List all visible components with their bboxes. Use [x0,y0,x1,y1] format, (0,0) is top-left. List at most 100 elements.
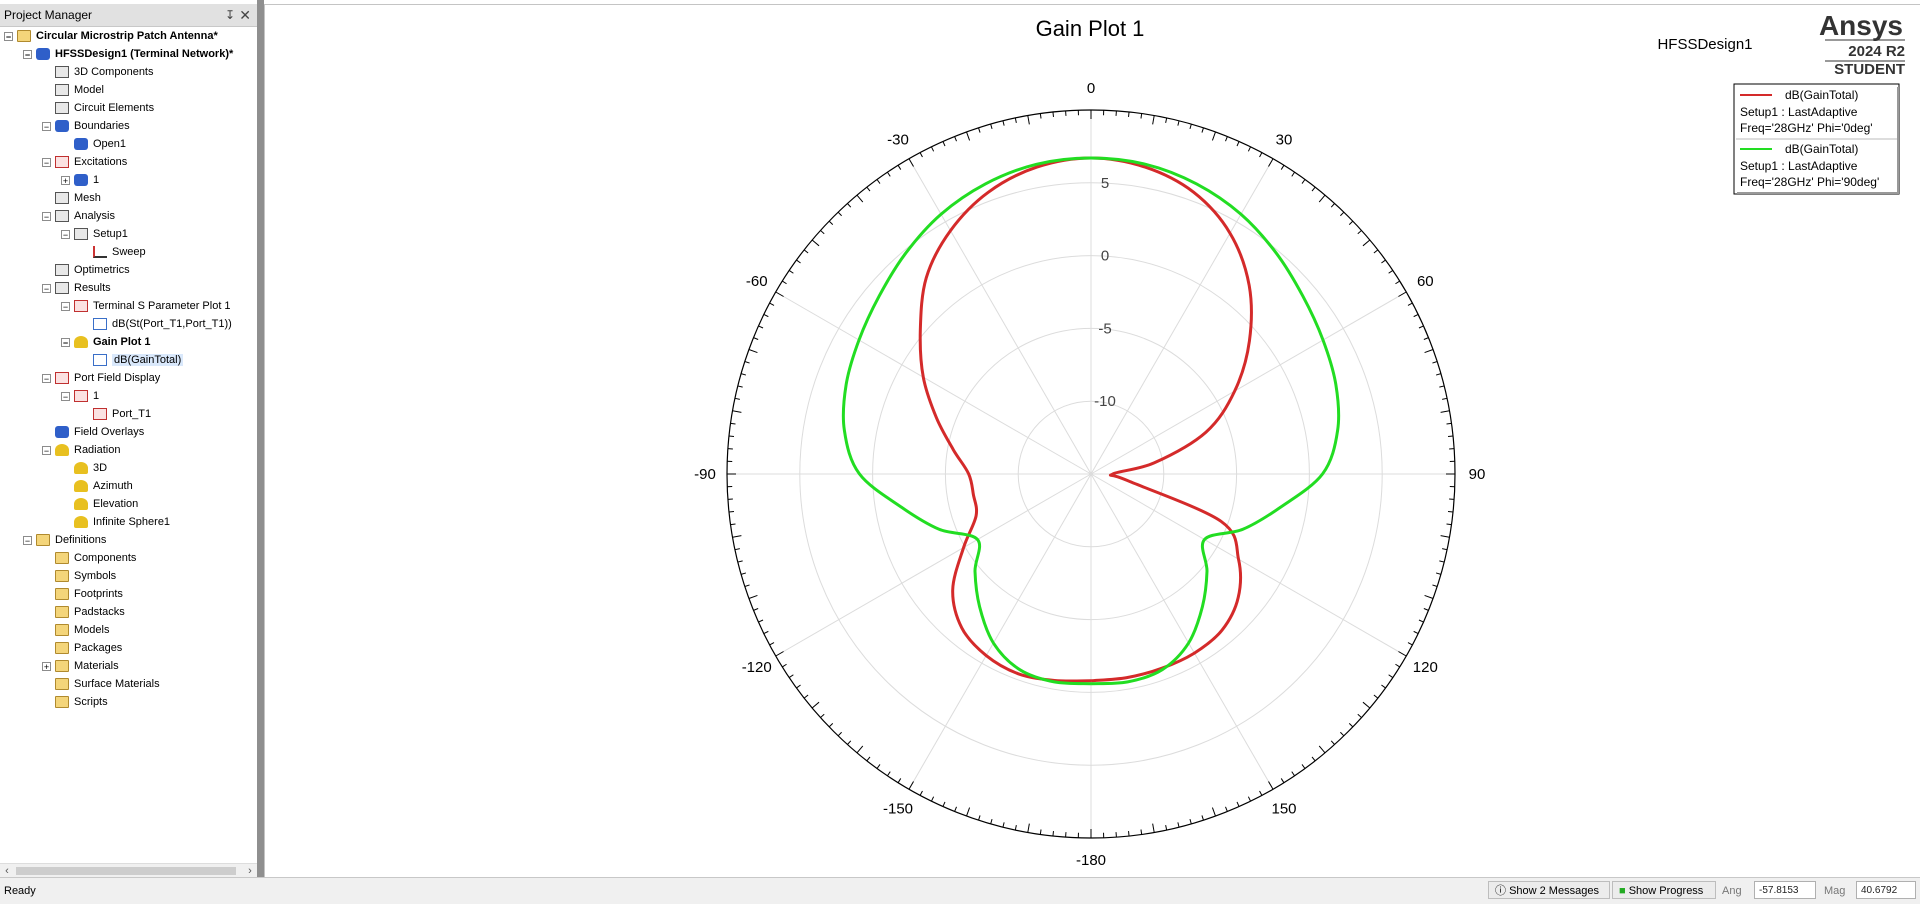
tree-item[interactable]: Scripts [42,693,108,711]
tree-item[interactable]: Field Overlays [42,423,144,441]
scroll-left-icon[interactable]: ‹ [0,864,14,878]
angle-tick [1441,411,1450,413]
expand-icon[interactable]: + [42,662,51,671]
angle-tick [943,802,945,807]
collapse-icon[interactable]: − [61,392,70,401]
boundaries-icon [55,120,69,132]
tree-item[interactable]: Azimuth [61,477,133,495]
tree-item[interactable]: Model [42,81,104,99]
tree-item[interactable]: +Materials [42,657,119,675]
expand-icon[interactable]: + [61,176,70,185]
collapse-icon[interactable]: − [23,50,32,59]
tree-item[interactable]: Port_T1 [80,405,151,423]
tree-item[interactable]: −Setup1 [61,225,128,243]
tree-item[interactable]: dB(St(Port_T1,Port_T1)) [80,315,232,333]
scrollbar-thumb[interactable] [16,867,236,875]
tree-item[interactable]: +1 [61,171,99,189]
horizontal-scrollbar[interactable]: ‹ › [0,863,257,878]
angle-tick [991,819,992,824]
tree-item[interactable]: Mesh [42,189,101,207]
optimetrics-icon [55,264,69,276]
tree-item[interactable]: Infinite Sphere1 [61,513,170,531]
grid-spoke [1091,474,1406,656]
legend[interactable]: dB(GainTotal) Setup1 : LastAdaptive Freq… [1734,84,1899,194]
collapse-icon[interactable]: − [42,212,51,221]
pin-icon[interactable]: ↧ [225,4,235,26]
collapse-icon[interactable]: − [61,230,70,239]
mag-value: 40.6792 [1856,881,1916,899]
tree-item[interactable]: −Radiation [42,441,120,459]
angle-tick [749,595,757,598]
angle-tick [754,338,759,340]
scroll-right-icon[interactable]: › [243,864,257,878]
panel-splitter[interactable] [257,0,264,877]
tree-item[interactable]: −Boundaries [42,117,130,135]
polar-plot[interactable]: 0306090120150-180-150-120-90-60-3050-5-1… [265,5,1920,878]
close-icon[interactable]: ✕ [239,4,251,26]
tree-item-label: Models [74,624,109,636]
angle-tick [1408,643,1412,645]
angle-tick [1166,118,1167,123]
collapse-icon[interactable]: − [23,536,32,545]
angle-tick [754,608,759,610]
show-progress-button[interactable]: ■ Show Progress [1612,881,1716,899]
tree-item[interactable]: Surface Materials [42,675,160,693]
tree-item[interactable]: Circuit Elements [42,99,154,117]
tree-item[interactable]: 3D [61,459,107,477]
collapse-icon[interactable]: − [42,374,51,383]
angle-tick [738,561,743,562]
tree-item[interactable]: −Excitations [42,153,127,171]
tree-item[interactable]: −Analysis [42,207,115,225]
tree-item[interactable]: Packages [42,639,122,657]
tree-item-label: Circuit Elements [74,102,154,114]
tree-item[interactable]: Footprints [42,585,123,603]
angle-tick [820,714,824,717]
tree-item[interactable]: −1 [61,387,99,405]
collapse-icon[interactable]: − [42,284,51,293]
grid-spoke [1091,292,1406,474]
radiation-setup-icon [74,498,88,510]
angle-tick [1190,124,1191,129]
angle-tick [898,165,901,169]
tree-item[interactable]: Models [42,621,109,639]
angle-tick [1312,757,1315,761]
tree-item[interactable]: −Port Field Display [42,369,160,387]
angle-tick [838,732,841,736]
tree-item[interactable]: Symbols [42,567,116,585]
collapse-icon[interactable]: − [42,122,51,131]
collapse-icon[interactable]: − [4,32,13,41]
tree-item[interactable]: Components [42,549,136,567]
collapse-icon[interactable]: − [42,446,51,455]
show-messages-button[interactable]: ⓘ Show 2 Messages [1488,881,1610,899]
tree-item[interactable]: −Results [42,279,111,297]
angle-tick [1389,675,1393,678]
tree-item[interactable]: Sweep [80,243,146,261]
angle-tick [782,664,786,667]
tree-item[interactable]: Optimetrics [42,261,130,279]
tree-item[interactable]: Open1 [61,135,126,153]
tree-item[interactable]: dB(GainTotal) [80,351,183,369]
tree-item[interactable]: 3D Components [42,63,154,81]
angle-tick-label: -60 [746,273,768,290]
collapse-icon[interactable]: − [42,158,51,167]
plot-window[interactable]: 0306090120150-180-150-120-90-60-3050-5-1… [264,4,1920,878]
circuit-elements-icon [55,102,69,114]
tree-item-label: Definitions [55,534,106,546]
angle-tick [797,260,801,263]
angle-tick [735,398,740,399]
tree-item[interactable]: −Terminal S Parameter Plot 1 [61,297,231,315]
trace-line[interactable] [920,158,1251,681]
collapse-icon[interactable]: − [61,338,70,347]
tree-item[interactable]: −Circular Microstrip Patch Antenna* [4,27,218,45]
angle-tick [804,695,808,698]
legend-params: Freq='28GHz' Phi='90deg' [1740,175,1879,189]
tree-item[interactable]: − Definitions [23,531,106,549]
tree-item[interactable]: Elevation [61,495,138,513]
tree-item[interactable]: −HFSSDesign1 (Terminal Network)* [23,45,233,63]
collapse-icon[interactable]: − [61,302,70,311]
tree-item[interactable]: Padstacks [42,603,125,621]
angle-tick [1292,172,1295,176]
angle-tick [1015,118,1016,123]
tree-item[interactable]: −Gain Plot 1 [61,333,150,351]
angle-tick [1447,524,1452,525]
